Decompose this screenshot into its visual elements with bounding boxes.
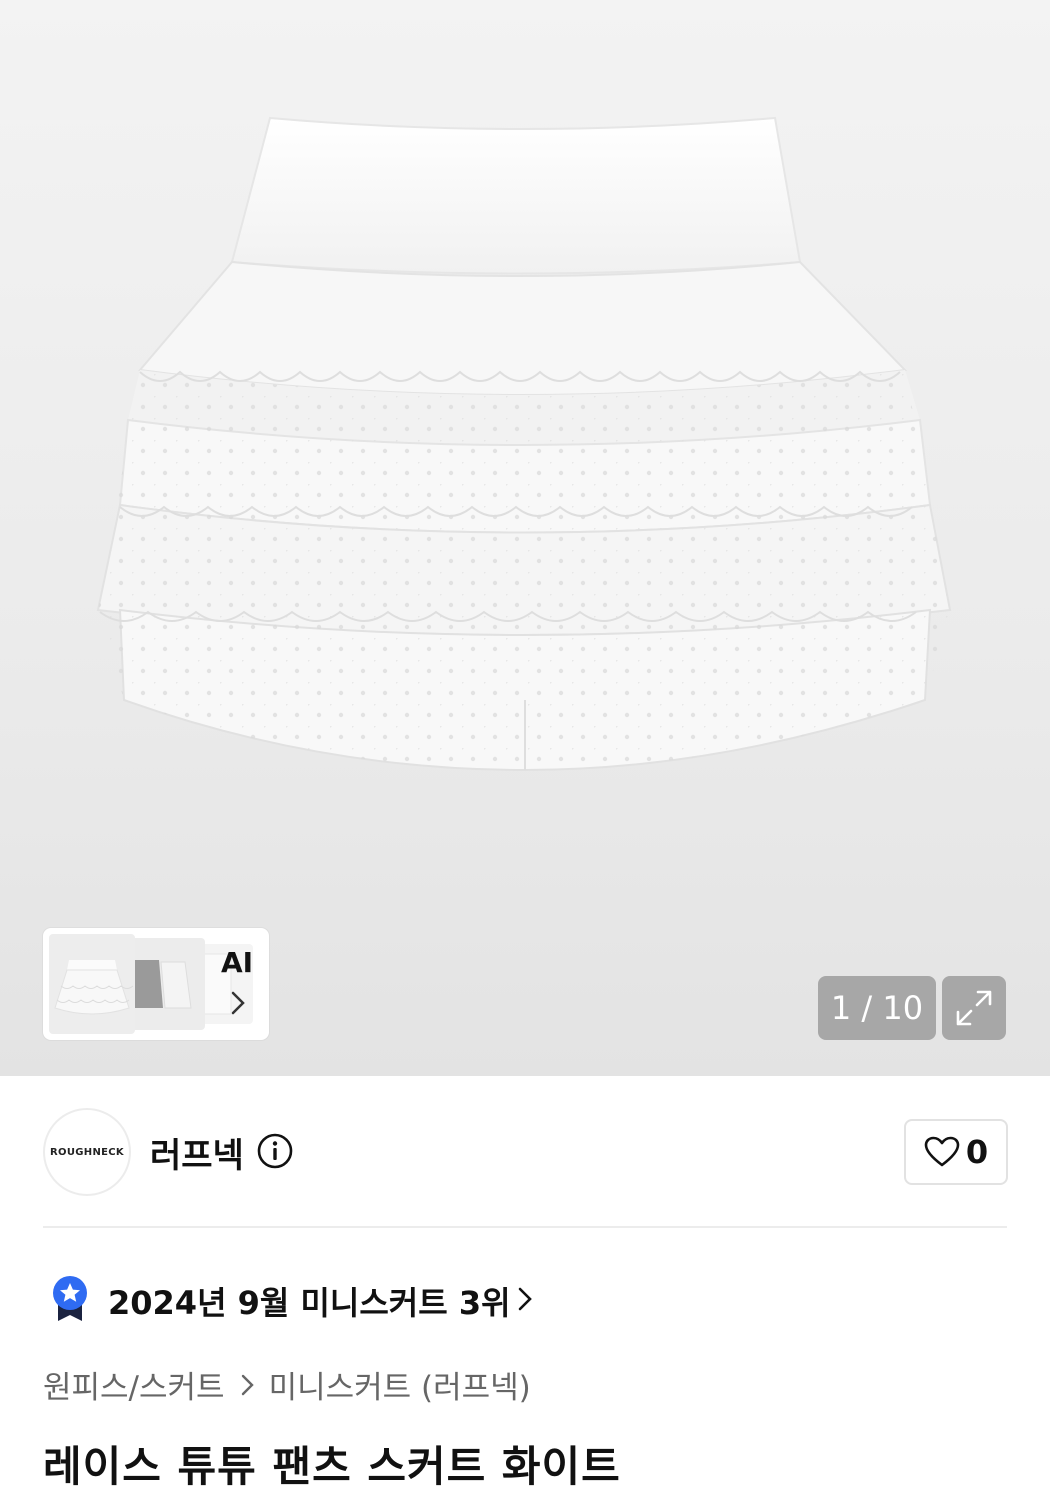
ai-label: AI <box>221 946 254 979</box>
thumbnail-stack <box>49 934 253 1034</box>
brand-name[interactable]: 러프넥 <box>150 1128 244 1177</box>
ranking-link[interactable]: 2024년 9월 미니스커트 3위 <box>108 1278 511 1324</box>
ranking-badge-icon <box>53 1276 87 1321</box>
breadcrumb-subcategory[interactable]: 미니스커트 (러프넥) <box>269 1362 531 1407</box>
heart-icon <box>924 1136 960 1167</box>
like-button[interactable]: 0 <box>904 1119 1008 1185</box>
brand-logo[interactable]: ROUGHNECK <box>43 1108 131 1196</box>
product-title: 레이스 튜튜 팬츠 스커트 화이트 <box>43 1442 621 1491</box>
chevron-right-icon <box>241 1374 254 1395</box>
breadcrumb: 원피스/스커트 미니스커트 (러프넥) <box>43 1362 531 1407</box>
image-counter: 1 / 10 <box>818 976 936 1040</box>
like-count: 0 <box>965 1133 989 1171</box>
divider <box>43 1226 1007 1228</box>
expand-image-button[interactable] <box>942 976 1006 1040</box>
product-photo <box>96 116 952 772</box>
expand-icon <box>956 990 992 1026</box>
product-image-gallery[interactable]: AI 1 / 10 <box>0 0 1050 1076</box>
thumbnail-1 <box>49 934 135 1034</box>
chevron-right-icon[interactable] <box>516 1285 534 1313</box>
breadcrumb-category[interactable]: 원피스/스커트 <box>43 1362 225 1407</box>
brand-logo-text: ROUGHNECK <box>50 1146 124 1158</box>
thumbnail-2 <box>125 938 205 1030</box>
ai-similar-products-card[interactable]: AI <box>43 928 269 1040</box>
chevron-right-icon <box>231 991 245 1015</box>
info-icon[interactable] <box>256 1132 294 1170</box>
